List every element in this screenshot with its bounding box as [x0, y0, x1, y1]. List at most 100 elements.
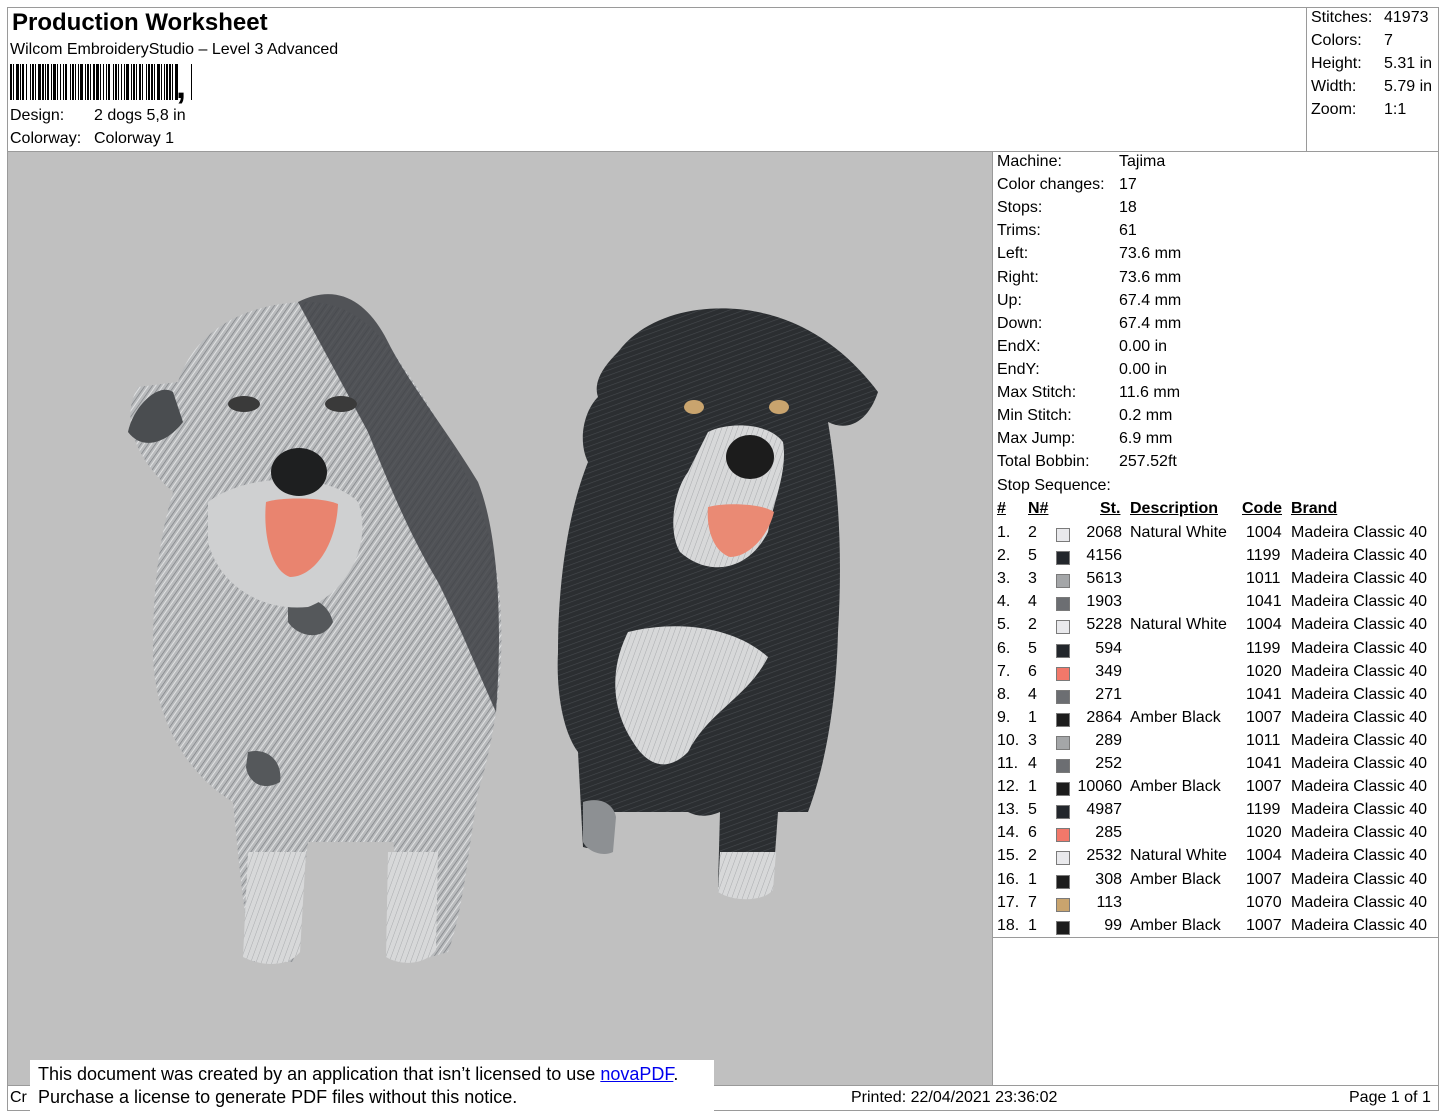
cell-code: 1011	[1246, 570, 1281, 588]
cell-index: 15.	[997, 847, 1020, 865]
header-needle: N#	[1028, 500, 1049, 517]
stat-label: Height:	[1311, 55, 1362, 72]
novapdf-link[interactable]: novaPDF	[600, 1064, 673, 1084]
color-swatch	[1056, 759, 1070, 773]
cell-brand: Madeira Classic 40	[1291, 593, 1428, 611]
info-value: 0.00 in	[1119, 337, 1168, 355]
color-swatch	[1056, 666, 1070, 681]
cell-stitches: 349	[1095, 662, 1122, 680]
cell-code: 1007	[1246, 778, 1282, 796]
header-description: Description	[1130, 500, 1219, 517]
stat-label: Stitches:	[1311, 9, 1373, 26]
info-row: Trims: 61	[997, 222, 1137, 240]
cell-code: 1011	[1246, 731, 1281, 749]
info-value: 67.4 mm	[1119, 314, 1182, 332]
cell-brand: Madeira Classic 40	[1291, 847, 1428, 865]
cell-stitches: 252	[1095, 755, 1122, 772]
cell-brand: Madeira Classic 40	[1291, 570, 1428, 588]
cell-stitches: 5228	[1086, 616, 1122, 634]
cell-needle: 6	[1028, 662, 1037, 680]
cell-brand: Madeira Classic 40	[1291, 916, 1428, 934]
color-swatch	[1056, 897, 1070, 912]
stat-value: 41973	[1384, 9, 1429, 26]
cell-stitches: 2864	[1086, 708, 1122, 726]
stat-value: 5.79 in	[1384, 78, 1433, 95]
cell-needle: 1	[1028, 916, 1037, 934]
table-row: 8. 4 271 1041 Madeira Classic 40	[993, 686, 1439, 709]
info-row: Total Bobbin: 257.52ft	[997, 453, 1177, 471]
cell-description: Natural White	[1130, 847, 1227, 865]
cell-needle: 5	[1028, 639, 1037, 657]
info-row: Min Stitch: 0.2 mm	[997, 407, 1172, 425]
cell-description: Natural White	[1130, 616, 1227, 634]
cell-code: 1007	[1246, 708, 1282, 726]
table-row: 17. 7 113 1070 Madeira Classic 40	[993, 894, 1439, 917]
cell-index: 12.	[997, 778, 1020, 796]
info-row: Max Jump: 6.9 mm	[997, 430, 1172, 448]
info-row: Max Stitch: 11.6 mm	[997, 384, 1180, 402]
table-row: 5. 2 5228 Natural White 1004 Madeira Classic …	[993, 616, 1439, 639]
cell-index: 5.	[997, 616, 1011, 634]
cell-code: 1007	[1246, 916, 1282, 934]
cell-index: 4.	[997, 593, 1011, 611]
cell-index: 16.	[997, 870, 1020, 888]
notice-line-1: This document was created by an applicat…	[38, 1063, 714, 1086]
header-index: #	[997, 500, 1006, 517]
design-preview	[8, 152, 992, 1085]
cell-code: 1004	[1246, 616, 1282, 634]
license-notice: This document was created by an applicat…	[30, 1060, 714, 1112]
table-row: 14. 6 285 1020 Madeira Classic 40	[993, 824, 1439, 847]
cell-code: 1007	[1246, 870, 1282, 888]
stat-value: 1:1	[1384, 101, 1407, 118]
page-number: Page 1 of 1	[1349, 1089, 1431, 1106]
stat-value: 5.31 in	[1384, 55, 1433, 72]
cell-needle: 5	[1028, 547, 1037, 565]
info-value: 0.00 in	[1119, 360, 1168, 378]
cell-needle: 1	[1028, 778, 1037, 796]
info-value: 67.4 mm	[1119, 291, 1182, 309]
stats-box: Stitches: 41973 Colors: 7 Height: 5.31 in W…	[1306, 7, 1439, 152]
color-swatch	[1056, 574, 1070, 589]
cell-index: 3.	[997, 570, 1011, 588]
cell-needle: 3	[1028, 731, 1037, 749]
cell-stitches: 4987	[1086, 801, 1122, 819]
page-title: Production Worksheet	[12, 9, 268, 36]
cell-description: Amber Black	[1130, 778, 1221, 796]
cell-brand: Madeira Classic 40	[1291, 755, 1428, 772]
info-row: Right: 73.6 mm	[997, 269, 1181, 287]
cell-description: Amber Black	[1130, 708, 1221, 726]
info-label: EndX:	[997, 337, 1041, 355]
info-value: 18	[1119, 199, 1137, 217]
header-stitches: St.	[1100, 500, 1121, 517]
cell-brand: Madeira Classic 40	[1291, 893, 1428, 911]
info-row: Color changes: 17	[997, 176, 1137, 194]
cell-index: 7.	[997, 662, 1011, 680]
footer-left-text: Cr	[10, 1089, 27, 1106]
info-label: Total Bobbin:	[997, 453, 1090, 471]
stat-width: Width: 5.79 in	[1311, 78, 1432, 96]
embroidery-design-image	[128, 294, 878, 964]
sequence-end-line	[993, 937, 1439, 938]
info-row: Down: 67.4 mm	[997, 315, 1181, 333]
info-value: 73.6 mm	[1119, 245, 1182, 263]
cell-index: 14.	[997, 824, 1020, 842]
info-row: Left: 73.6 mm	[997, 245, 1181, 263]
cell-needle: 1	[1028, 708, 1037, 726]
cell-code: 1020	[1246, 662, 1282, 680]
stat-height: Height: 5.31 in	[1311, 55, 1432, 73]
cell-code: 1004	[1246, 847, 1282, 865]
table-row: 2. 5 4156 1199 Madeira Classic 40	[993, 547, 1439, 570]
cell-code: 1004	[1246, 524, 1282, 541]
cell-stitches: 99	[1104, 916, 1122, 934]
header-brand: Brand	[1291, 500, 1338, 517]
table-row: 11. 4 252 1041 Madeira Classic 40	[993, 755, 1439, 778]
info-value: 73.6 mm	[1119, 268, 1182, 286]
info-value: 257.52ft	[1119, 453, 1177, 471]
info-label: Up:	[997, 291, 1022, 309]
cell-code: 1199	[1246, 547, 1281, 565]
colorway-label: Colorway:	[10, 130, 82, 147]
cell-brand: Madeira Classic 40	[1291, 801, 1428, 819]
info-label: Max Stitch:	[997, 384, 1077, 401]
cell-brand: Madeira Classic 40	[1291, 685, 1428, 703]
cell-code: 1199	[1246, 801, 1281, 819]
